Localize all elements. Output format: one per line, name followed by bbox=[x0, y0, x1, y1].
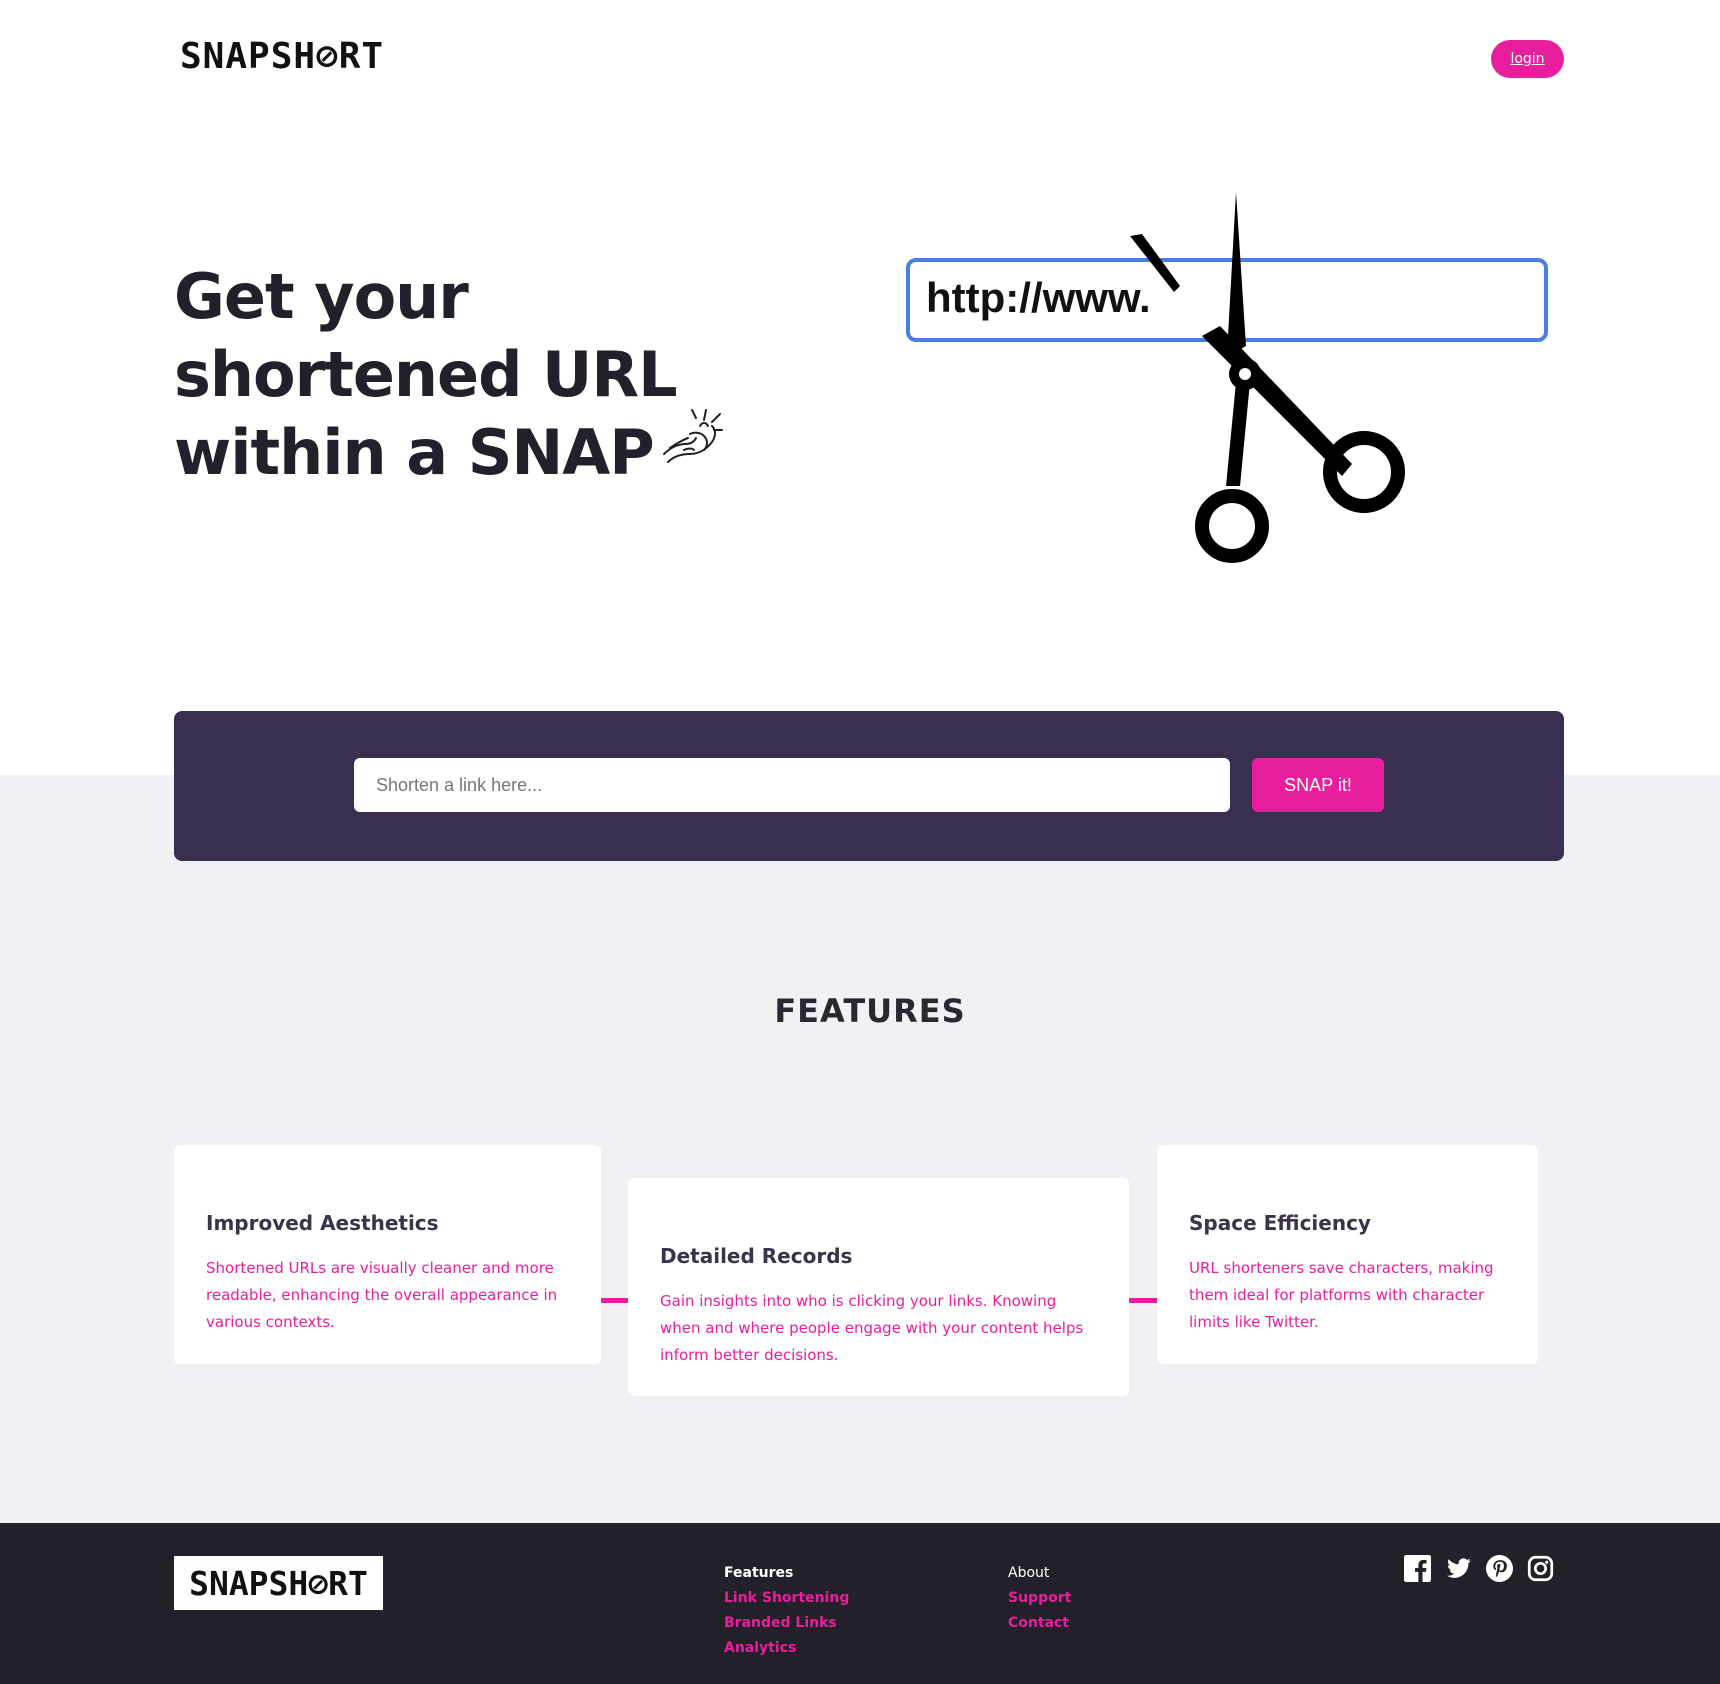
footer-heading-about[interactable]: About bbox=[1008, 1561, 1071, 1586]
footer-link-analytics[interactable]: Analytics bbox=[724, 1636, 849, 1661]
footer-column-about: About Support Contact bbox=[1008, 1561, 1071, 1636]
facebook-icon[interactable] bbox=[1404, 1555, 1431, 1582]
feature-connector-line bbox=[1129, 1298, 1157, 1303]
link-icon: ⊘ bbox=[316, 36, 339, 77]
feature-card-detailed-records: Detailed Records Gain insights into who … bbox=[628, 1178, 1129, 1396]
hero-title-line3: within a SNAP bbox=[174, 416, 655, 489]
footer-column-features: Features Link Shortening Branded Links A… bbox=[724, 1561, 849, 1661]
shorten-link-input[interactable] bbox=[354, 758, 1230, 812]
twitter-icon[interactable] bbox=[1445, 1555, 1472, 1582]
feature-card-title: Improved Aesthetics bbox=[206, 1211, 439, 1235]
feature-card-text: Gain insights into who is clicking your … bbox=[660, 1292, 1084, 1364]
feature-card-title: Detailed Records bbox=[660, 1244, 853, 1268]
login-button[interactable]: login bbox=[1491, 40, 1564, 78]
hero-title: Get your shortened URL within a SNAP bbox=[174, 258, 734, 492]
feature-card-text: Shortened URLs are visually cleaner and … bbox=[206, 1259, 558, 1331]
logo[interactable]: SNAPSH⊘RT bbox=[180, 36, 384, 77]
footer-logo-text-end: RT bbox=[328, 1563, 368, 1603]
link-icon: ⊘ bbox=[308, 1563, 329, 1603]
footer-heading-features[interactable]: Features bbox=[724, 1561, 849, 1586]
hero-illustration: http://www. bbox=[880, 186, 1560, 566]
footer-link-branded-links[interactable]: Branded Links bbox=[724, 1611, 849, 1636]
snap-it-button[interactable]: SNAP it! bbox=[1252, 758, 1384, 812]
footer-logo[interactable]: SNAPSH ⊘ RT bbox=[174, 1556, 383, 1610]
footer-link-contact[interactable]: Contact bbox=[1008, 1611, 1071, 1636]
footer-link-support[interactable]: Support bbox=[1008, 1586, 1071, 1611]
features-heading: FEATURES bbox=[774, 992, 966, 1030]
logo-text-end: RT bbox=[338, 36, 385, 77]
feature-card-text: URL shorteners save characters, making t… bbox=[1189, 1259, 1494, 1331]
hero-title-line1: Get your bbox=[174, 260, 469, 333]
site-footer: SNAPSH ⊘ RT Features Link Shortening Brand… bbox=[0, 1523, 1720, 1684]
feature-card-title: Space Efficiency bbox=[1189, 1211, 1371, 1235]
finger-snap-icon bbox=[662, 409, 723, 463]
feature-card-improved-aesthetics: Improved Aesthetics Shortened URLs are v… bbox=[174, 1145, 601, 1364]
social-links bbox=[1404, 1555, 1554, 1582]
feature-connector-line bbox=[601, 1298, 628, 1303]
hero-title-line3-wrap: within a SNAP bbox=[174, 409, 734, 492]
pinterest-icon[interactable] bbox=[1486, 1555, 1513, 1582]
instagram-icon[interactable] bbox=[1527, 1555, 1554, 1582]
shorten-panel: SNAP it! bbox=[174, 711, 1564, 861]
hero-title-line2: shortened URL bbox=[174, 338, 678, 411]
logo-text-start: SNAPSH bbox=[180, 36, 317, 77]
footer-logo-text-start: SNAPSH bbox=[189, 1563, 309, 1603]
feature-card-space-efficiency: Space Efficiency URL shorteners save cha… bbox=[1157, 1145, 1538, 1364]
scissors-icon bbox=[1130, 192, 1405, 563]
footer-link-link-shortening[interactable]: Link Shortening bbox=[724, 1586, 849, 1611]
site-header: SNAPSH⊘RT login bbox=[0, 0, 1720, 120]
